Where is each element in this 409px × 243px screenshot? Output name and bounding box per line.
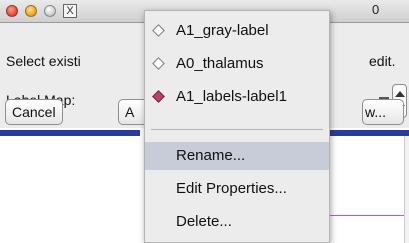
dialog-title-fragment: 0 — [372, 2, 380, 17]
prompt-text: Select existi — [6, 53, 81, 69]
menu-item-label: Edit Properties... — [176, 180, 287, 197]
menu-separator — [151, 129, 323, 130]
menu-item-label: A1_labels-label1 — [176, 88, 287, 105]
menu-item-rename[interactable]: Rename... — [145, 142, 329, 170]
x-button[interactable]: X — [63, 4, 77, 18]
menu-item-label: Delete... — [176, 213, 232, 230]
prompt-text-tail: edit. — [369, 53, 396, 69]
label-map-popup-menu: A1_gray-label A0_thalamus A1_labels-labe… — [144, 10, 330, 243]
zoom-window-icon[interactable] — [44, 5, 56, 17]
cancel-button[interactable]: Cancel — [5, 99, 63, 125]
menu-item-label: A1_gray-label — [176, 22, 269, 39]
new-button-partial[interactable]: w... — [362, 99, 404, 125]
radio-diamond-icon — [152, 57, 165, 70]
menu-item-edit-properties[interactable]: Edit Properties... — [145, 175, 329, 203]
radio-diamond-selected-icon — [152, 90, 165, 103]
close-window-icon[interactable] — [6, 5, 18, 17]
minimize-window-icon[interactable] — [25, 5, 37, 17]
menu-item-label-map[interactable]: A1_gray-label — [145, 17, 329, 45]
menu-item-delete[interactable]: Delete... — [145, 208, 329, 236]
viewer-strip-right — [330, 130, 409, 136]
menu-item-label-map-selected[interactable]: A1_labels-label1 — [145, 83, 329, 111]
stepper-up-icon[interactable] — [395, 91, 405, 97]
menu-item-label: A0_thalamus — [176, 55, 264, 72]
radio-diamond-icon — [152, 24, 165, 37]
viewer-strip-left — [0, 130, 140, 136]
viewer-scroll-edge — [404, 136, 409, 243]
crosshair-line — [330, 215, 409, 216]
menu-item-label-map[interactable]: A0_thalamus — [145, 50, 329, 78]
menu-item-label: Rename... — [176, 147, 246, 164]
